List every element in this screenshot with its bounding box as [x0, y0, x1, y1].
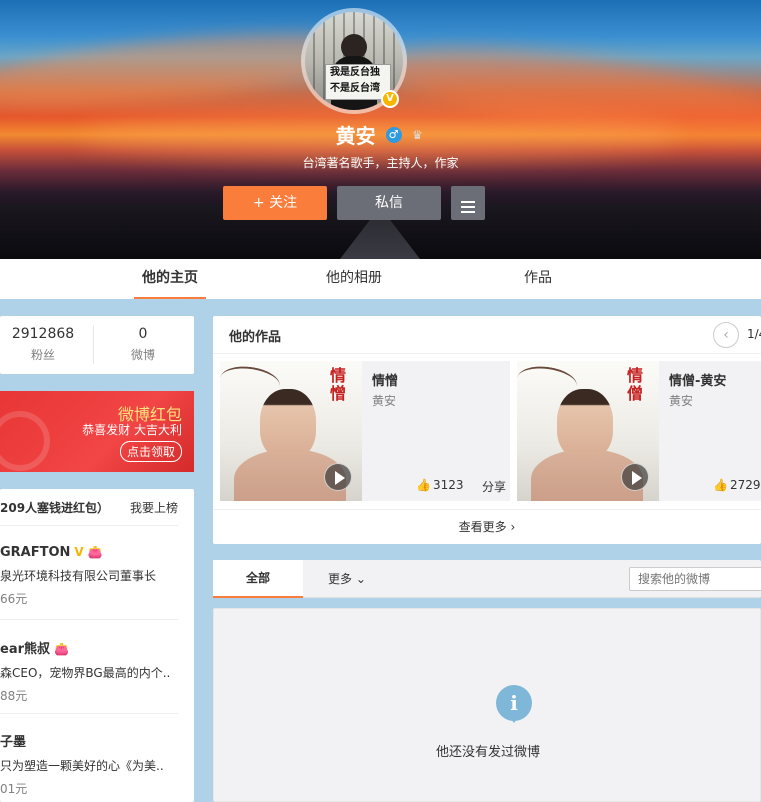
red-packet-subtitle: 恭喜发财 大吉大利	[82, 423, 182, 437]
album-cover-seal: 情憎	[330, 366, 347, 403]
posts-count: 0	[138, 326, 148, 342]
chevron-right-icon: ›	[510, 520, 516, 534]
tab-more-label: 更多	[328, 572, 353, 586]
join-ranking-link[interactable]: 我要上榜	[130, 499, 178, 516]
search-input[interactable]	[629, 567, 761, 591]
tab-album[interactable]: 他的相册	[318, 259, 390, 299]
profile-tabs: 他的主页 他的相册 作品	[0, 259, 761, 299]
tab-all[interactable]: 全部	[213, 560, 303, 598]
profile-name: 黄安	[335, 124, 376, 148]
like-button[interactable]: 👍 2729	[713, 478, 761, 492]
album-cover[interactable]: 情憎	[220, 361, 362, 501]
like-button[interactable]: 👍 3123	[416, 478, 464, 492]
like-count: 2729	[729, 478, 761, 492]
work-title[interactable]: 情僧-黄安	[669, 370, 726, 389]
profile-description: 台湾著名歌手，主持人，作家	[302, 156, 459, 170]
ranking-user-desc: 泉光环境科技有限公司董事长	[0, 569, 157, 583]
empty-message: 他还没有发过微博	[435, 745, 540, 760]
more-menu-button[interactable]	[451, 186, 485, 220]
tab-home[interactable]: 他的主页	[134, 259, 206, 299]
avatar-sign-line1: 我是反台独	[330, 67, 380, 78]
stats-card: 2912868 粉丝 0 微博	[0, 316, 194, 374]
fans-stat[interactable]: 2912868 粉丝	[10, 326, 76, 363]
tab-works[interactable]: 作品	[514, 259, 562, 299]
works-card: 他的作品 ‹ 1/4 情憎 情憎 黄安 👍3123 分享 情僧 情僧-黄安 黄安…	[213, 316, 761, 544]
works-page-indicator: 1/4	[747, 327, 761, 341]
divider	[0, 525, 178, 526]
work-item[interactable]: 情憎 情憎 黄安 👍 3123 分享	[220, 361, 510, 501]
empty-feed: i 他还没有发过微博	[213, 608, 761, 802]
divider	[0, 619, 178, 620]
share-button[interactable]: 分享	[482, 478, 506, 495]
red-packet-banner[interactable]: 微博红包 恭喜发财 大吉大利 点击领取	[0, 391, 194, 472]
work-artist: 黄安	[669, 394, 694, 408]
album-cover[interactable]: 情僧	[517, 361, 659, 501]
red-packet-icon: 👛	[87, 545, 103, 559]
chevron-left-icon[interactable]: ‹	[713, 322, 739, 348]
ranking-amount: 88元	[0, 689, 28, 703]
posts-stat[interactable]: 0 微博	[110, 326, 176, 363]
album-cover-seal: 情僧	[627, 366, 644, 403]
tab-more[interactable]: 更多 ⌄	[328, 560, 366, 598]
posts-label: 微博	[130, 348, 155, 362]
work-artist: 黄安	[372, 394, 397, 408]
chevron-down-icon: ⌄	[355, 572, 366, 586]
menu-icon	[461, 201, 475, 203]
feed-tabs: 全部 更多 ⌄	[213, 560, 761, 598]
list-item[interactable]: GRAFTON V 👛 泉光环境科技有限公司董事长 66元	[0, 545, 190, 607]
verified-badge-icon: V	[74, 545, 84, 559]
play-icon[interactable]	[621, 463, 649, 491]
ranking-user-desc: 只为塑造一颗美好的心《为美..	[0, 759, 164, 773]
red-packet-icon: 👛	[54, 642, 69, 656]
ranking-title: 209人塞钱进红包）	[0, 501, 110, 515]
work-item[interactable]: 情僧 情僧-黄安 黄安 👍 2729	[517, 361, 761, 501]
thumbs-up-icon: 👍	[713, 478, 728, 492]
verified-badge-icon: V	[381, 90, 399, 108]
profile-name-row: 黄安 ♂ ♛	[0, 120, 761, 149]
thumbs-up-icon: 👍	[416, 478, 431, 492]
fans-label: 粉丝	[30, 348, 55, 362]
view-more-link[interactable]: 查看更多 ›	[213, 518, 761, 535]
crown-icon[interactable]: ♛	[409, 128, 425, 142]
divider	[213, 509, 761, 510]
red-packet-claim-button[interactable]: 点击领取	[119, 441, 182, 462]
info-icon: i	[496, 685, 532, 723]
work-title[interactable]: 情憎	[372, 370, 398, 389]
ranking-amount: 01元	[0, 782, 28, 796]
list-item[interactable]: ear熊叔 👛 森CEO，宠物界BG最高的内个.. 88元	[0, 638, 190, 704]
ranking-user-name[interactable]: GRAFTON	[0, 545, 70, 560]
divider	[0, 713, 178, 714]
view-more-label: 查看更多	[458, 520, 507, 534]
like-count: 3123	[432, 478, 464, 492]
male-icon: ♂	[385, 126, 402, 143]
ranking-user-name[interactable]: ear熊叔	[0, 642, 50, 657]
list-item[interactable]: 子墨 只为塑造一颗美好的心《为美.. 01元	[0, 731, 190, 797]
ranking-amount: 66元	[0, 592, 28, 606]
works-title: 他的作品	[229, 330, 282, 345]
follow-button[interactable]: + 关注	[223, 186, 327, 220]
message-button[interactable]: 私信	[337, 186, 441, 220]
ranking-user-name[interactable]: 子墨	[0, 735, 26, 750]
fans-count: 2912868	[11, 326, 75, 342]
stats-divider	[93, 326, 94, 364]
divider	[213, 353, 761, 354]
play-icon[interactable]	[324, 463, 352, 491]
ranking-user-desc: 森CEO，宠物界BG最高的内个..	[0, 666, 171, 680]
ranking-card: 209人塞钱进红包） 我要上榜 GRAFTON V 👛 泉光环境科技有限公司董事长 …	[0, 489, 194, 802]
